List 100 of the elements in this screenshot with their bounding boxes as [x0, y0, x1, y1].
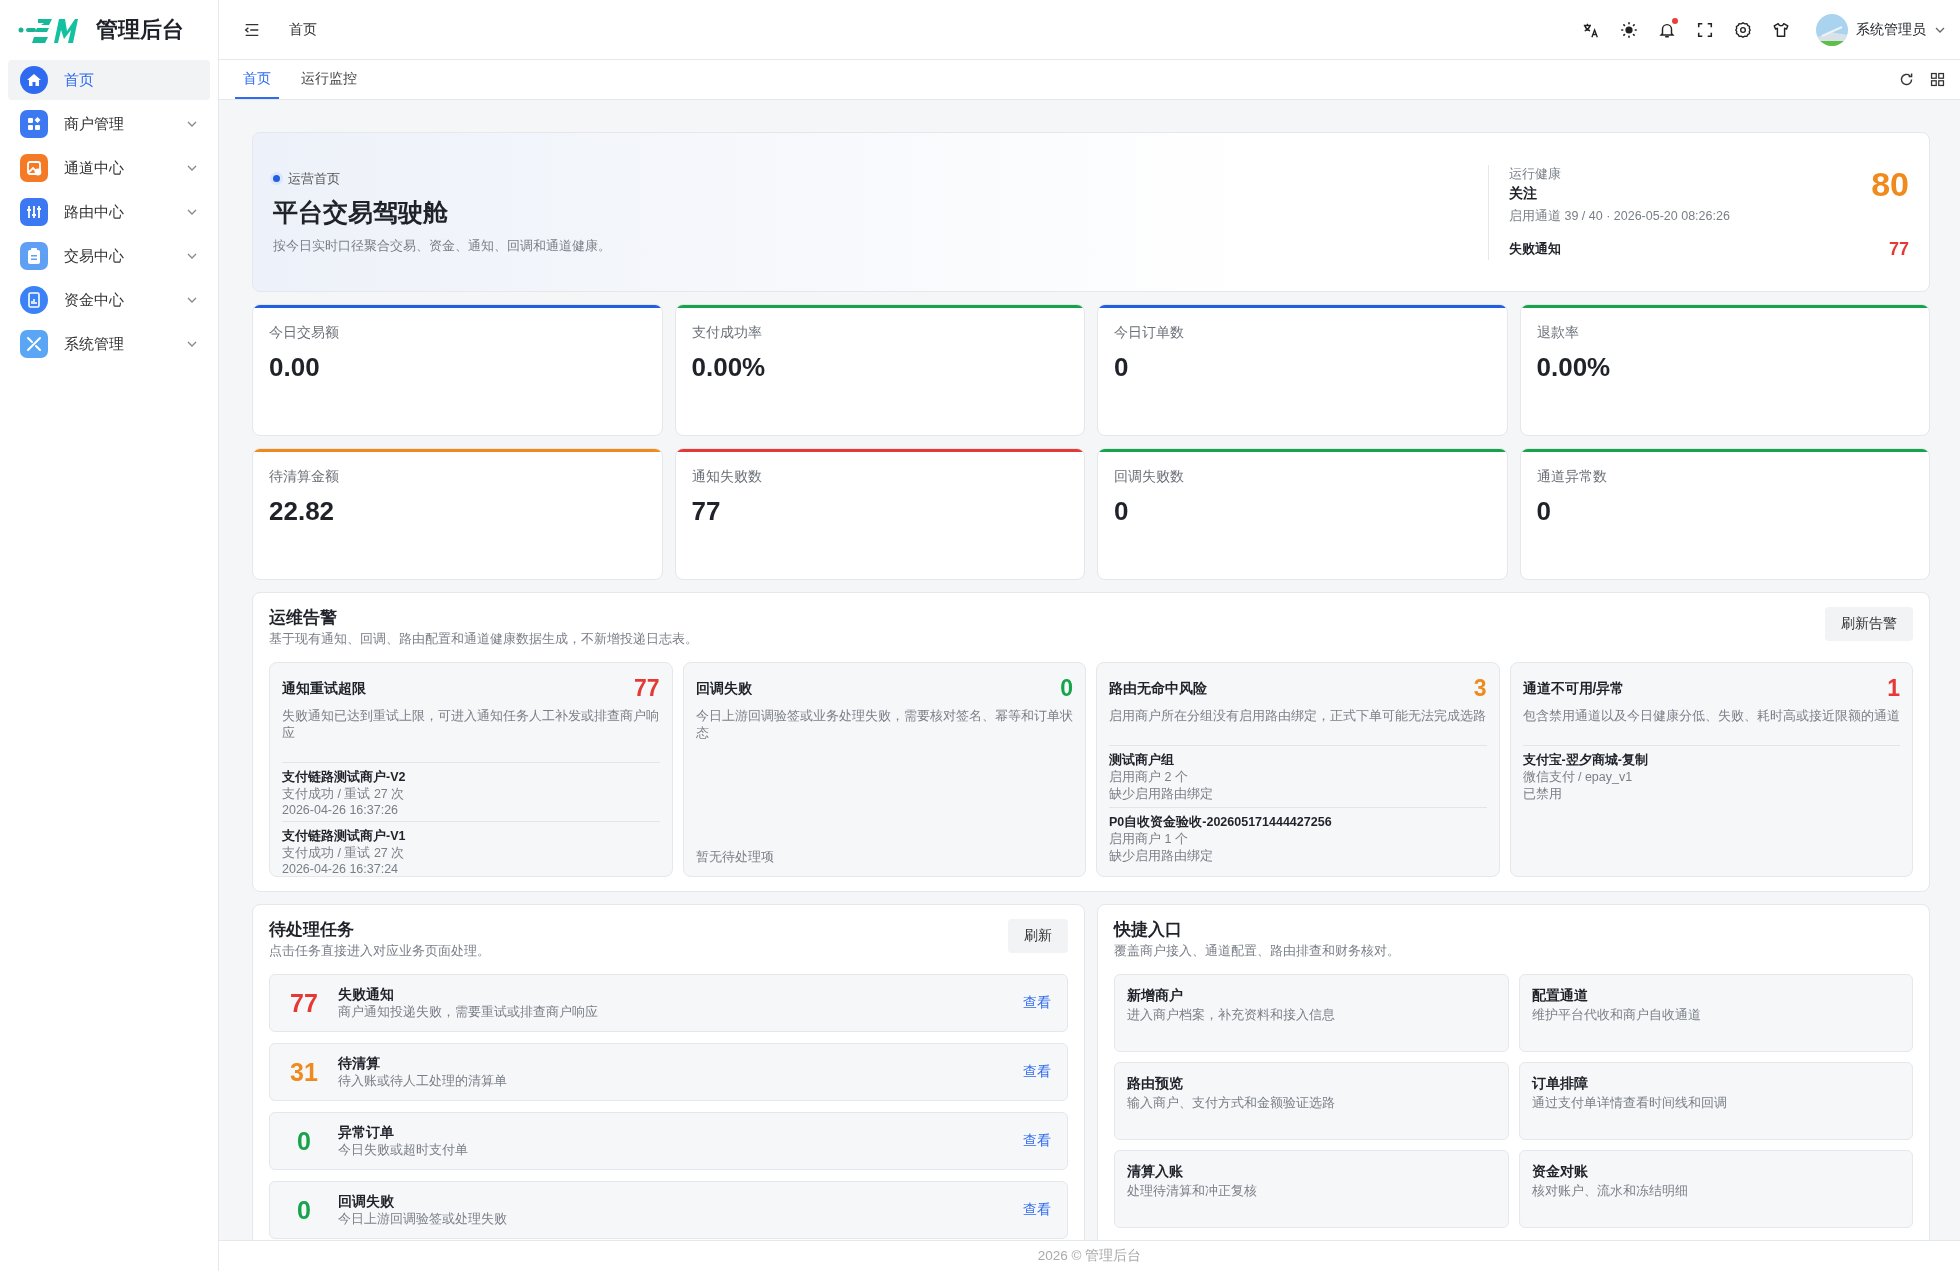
view-link[interactable]: 查看: [1023, 994, 1051, 1012]
health-status: 关注: [1509, 184, 1538, 203]
alert-item-detail: 2026-04-26 16:37:26: [282, 803, 400, 817]
task-description: 商户通知投递失败，需要重试或排查商户响应: [338, 1003, 599, 1021]
panel-title: 运维告警: [269, 607, 338, 628]
task-description: 今日失败或超时支付单: [338, 1141, 469, 1159]
alert-item-name: P0自收资金验收-202605171444427256: [1109, 814, 1333, 831]
breadcrumb[interactable]: 首页: [289, 20, 317, 39]
shortcut-title: 资金对账: [1531, 1163, 1589, 1181]
alert-title: 回调失败: [695, 679, 752, 698]
failed-label: 失败通知: [1509, 240, 1561, 258]
alert-item-detail: 缺少启用路由绑定: [1109, 786, 1214, 803]
view-link[interactable]: 查看: [1023, 1201, 1051, 1219]
sidebar-item[interactable]: 通道中心: [8, 148, 210, 188]
task-description: 待入账或待人工处理的清算单: [338, 1072, 508, 1090]
task-count: 77: [289, 988, 319, 1018]
user-name[interactable]: 系统管理员: [1856, 20, 1926, 39]
footer-text: 2026 © 管理后台: [1037, 1247, 1142, 1265]
settings-icon[interactable]: [1734, 20, 1752, 39]
sidebar-item[interactable]: 资金中心: [8, 280, 210, 320]
sidebar-item[interactable]: 交易中心: [8, 236, 210, 276]
stat-value: 0: [1114, 352, 1130, 383]
alert-item-name: 测试商户组: [1109, 752, 1175, 769]
stat-label: 待清算金额: [269, 468, 340, 486]
alert-description: 启用商户所在分组没有启用路由绑定，正式下单可能无法完成选路: [1109, 708, 1487, 725]
task-count: 31: [289, 1057, 319, 1087]
alert-count: 1: [1887, 675, 1900, 702]
health-meta: 启用通道 39 / 40 · 2026-05-20 08:26:26: [1509, 207, 1731, 225]
shortcut-card[interactable]: 订单排障 通过支付单详情查看时间线和回调: [1518, 1062, 1913, 1140]
health-score: 80: [1871, 164, 1909, 204]
shortcut-card[interactable]: 配置通道 维护平台代收和商户自收通道: [1518, 974, 1913, 1052]
alert-title: 路由无命中风险: [1109, 679, 1207, 698]
alert-item-name: 支付链路测试商户-V1: [282, 828, 407, 845]
shortcut-card[interactable]: 路由预览 输入商户、支付方式和金额验证选路: [1114, 1062, 1509, 1140]
panel-title: 待处理任务: [269, 919, 355, 940]
task-name: 异常订单: [338, 1123, 395, 1142]
task-row[interactable]: 77 失败通知 商户通知投递失败，需要重试或排查商户响应 查看: [269, 974, 1068, 1032]
stat-value: 0.00%: [1536, 352, 1612, 383]
stat-label: 今日交易额: [269, 324, 340, 342]
refresh-button[interactable]: 刷新: [1008, 919, 1068, 953]
alert-item-detail: 2026-04-26 16:37:24: [282, 862, 400, 876]
sun-icon[interactable]: [1620, 20, 1638, 39]
alert-count: 77: [633, 675, 660, 702]
shortcut-card[interactable]: 资金对账 核对账户、流水和冻结明细: [1518, 1150, 1913, 1228]
alert-item-name: 支付宝-翌夕商城-复制: [1522, 752, 1649, 769]
stat-label: 支付成功率: [691, 324, 763, 342]
empty-text: 暂无待处理项: [695, 849, 775, 866]
panel-title: 快捷入口: [1114, 919, 1183, 940]
fullscreen-icon[interactable]: [1696, 20, 1714, 39]
panel-subtitle: 基于现有通知、回调、路由配置和通道健康数据生成，不新增投递日志表。: [269, 631, 698, 648]
stat-label: 回调失败数: [1114, 468, 1185, 486]
alert-item-detail: 缺少启用路由绑定: [1109, 848, 1214, 865]
task-count: 0: [296, 1126, 312, 1156]
shortcut-description: 核对账户、流水和冻结明细: [1531, 1183, 1689, 1200]
view-link[interactable]: 查看: [1023, 1132, 1051, 1150]
alert-item-detail: 已禁用: [1522, 786, 1563, 803]
task-row[interactable]: 0 回调失败 今日上游回调验签或处理失败 查看: [269, 1181, 1068, 1239]
page-title: 平台交易驾驶舱: [273, 196, 449, 228]
alert-item-name: 支付链路测试商户-V2: [282, 769, 407, 786]
failed-count: 77: [1888, 238, 1909, 260]
task-count: 0: [296, 1195, 312, 1225]
stat-value: 0.00%: [691, 352, 767, 383]
alert-title: 通道不可用/异常: [1522, 679, 1625, 698]
shortcut-description: 进入商户档案，补充资料和接入信息: [1127, 1007, 1336, 1024]
health-label: 运行健康: [1509, 165, 1561, 183]
grid-icon[interactable]: [1929, 71, 1946, 88]
task-row[interactable]: 0 异常订单 今日失败或超时支付单 查看: [269, 1112, 1068, 1170]
stat-label: 今日订单数: [1114, 324, 1185, 342]
tab[interactable]: 首页: [235, 60, 279, 99]
sidebar-item[interactable]: 系统管理: [8, 324, 210, 364]
shortcut-title: 新增商户: [1127, 987, 1184, 1005]
alert-title: 通知重试超限: [282, 679, 366, 698]
stat-label: 退款率: [1536, 324, 1580, 342]
sidebar-item[interactable]: 首页: [8, 60, 210, 100]
alert-description: 包含禁用通道以及今日健康分低、失败、耗时高或接近限额的通道: [1522, 708, 1900, 725]
stat-label: 通知失败数: [691, 468, 763, 486]
alert-description: 今日上游回调验签或业务处理失败，需要核对签名、幂等和订单状态: [695, 708, 1073, 742]
refresh-alerts-button[interactable]: 刷新告警: [1825, 607, 1913, 641]
shortcut-card[interactable]: 新增商户 进入商户档案，补充资料和接入信息: [1114, 974, 1509, 1052]
shortcut-title: 配置通道: [1531, 987, 1589, 1005]
tab[interactable]: 运行监控: [293, 60, 365, 99]
alert-item-detail: 支付成功 / 重试 27 次: [282, 786, 406, 803]
shortcut-title: 订单排障: [1531, 1075, 1589, 1093]
sidebar-item[interactable]: 路由中心: [8, 192, 210, 232]
refresh-icon[interactable]: [1898, 71, 1915, 88]
shirt-icon[interactable]: [1772, 20, 1790, 39]
sidebar-item[interactable]: 商户管理: [8, 104, 210, 144]
view-link[interactable]: 查看: [1023, 1063, 1051, 1081]
stat-value: 22.82: [269, 496, 336, 527]
shortcut-title: 清算入账: [1127, 1163, 1184, 1181]
app-title: 管理后台: [96, 16, 184, 44]
stat-value: 0: [1114, 496, 1130, 527]
logo-icon: [18, 16, 78, 44]
task-row[interactable]: 31 待清算 待入账或待人工处理的清算单 查看: [269, 1043, 1068, 1101]
task-name: 回调失败: [338, 1192, 395, 1211]
shortcut-card[interactable]: 清算入账 处理待清算和冲正复核: [1114, 1150, 1509, 1228]
panel-subtitle: 点击任务直接进入对应业务页面处理。: [269, 943, 490, 960]
shortcut-description: 维护平台代收和商户自收通道: [1531, 1007, 1702, 1024]
alert-description: 失败通知已达到重试上限，可进入通知任务人工补发或排查商户响应: [282, 708, 660, 742]
shortcut-title: 路由预览: [1127, 1075, 1184, 1093]
